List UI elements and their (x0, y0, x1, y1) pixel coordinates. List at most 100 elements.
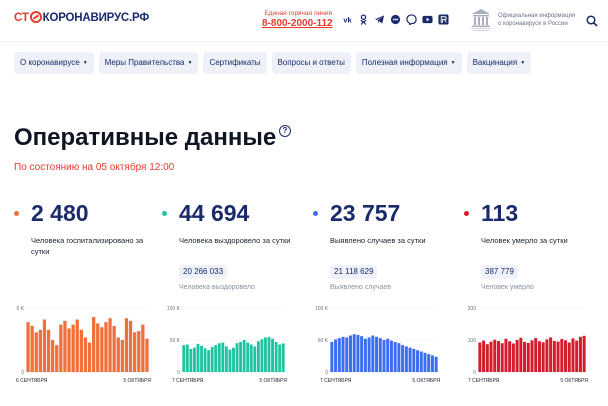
rutube-icon[interactable] (438, 14, 449, 25)
chart-bar[interactable] (196, 343, 200, 372)
chart-bar[interactable] (408, 347, 412, 372)
chart-bar[interactable] (582, 335, 586, 372)
chart-bar[interactable] (83, 337, 88, 372)
chart-bar[interactable] (356, 334, 360, 372)
chart-bar[interactable] (575, 340, 579, 372)
chart-bar[interactable] (267, 336, 271, 372)
chart-bar[interactable] (235, 343, 239, 372)
chart-bar[interactable] (274, 341, 278, 372)
chart-bar[interactable] (260, 339, 264, 372)
chart-bar[interactable] (552, 340, 556, 372)
nav-item-government-measures[interactable]: Меры Правительства ▼ (98, 52, 199, 74)
chart-bar[interactable] (345, 337, 349, 372)
chart-bar[interactable] (26, 322, 30, 372)
chart-hospitalized[interactable]: 5 K 0 6 СЕНТЯБРЯ 5 ОКТЯБРЯ (14, 304, 154, 394)
chart-bar[interactable] (363, 338, 367, 372)
chart-bar[interactable] (51, 340, 55, 372)
chart-bar[interactable] (571, 338, 575, 372)
chart-bar[interactable] (493, 339, 497, 372)
chart-bar[interactable] (375, 336, 379, 372)
chart-bar[interactable] (419, 351, 423, 372)
chart-bar[interactable] (42, 319, 47, 372)
chart-bar[interactable] (404, 346, 408, 372)
chart-bar[interactable] (278, 344, 282, 372)
chart-bar[interactable] (496, 340, 500, 372)
chart-bar[interactable] (564, 340, 568, 372)
chart-bar[interactable] (367, 337, 371, 372)
chart-bar[interactable] (264, 337, 267, 372)
chart-bar[interactable] (124, 318, 129, 372)
ok-icon[interactable] (358, 14, 369, 25)
chart-bar[interactable] (133, 332, 137, 372)
chart-bar[interactable] (242, 340, 246, 372)
chart-bar[interactable] (478, 342, 482, 372)
chart-bar[interactable] (382, 340, 386, 372)
chart-bar[interactable] (534, 338, 538, 372)
chart-bar[interactable] (416, 350, 420, 372)
chart-bar[interactable] (523, 341, 527, 372)
chart-bar[interactable] (100, 327, 104, 372)
chart-bar[interactable] (145, 338, 149, 372)
chart-bar[interactable] (224, 346, 228, 372)
chart-bar[interactable] (46, 329, 51, 372)
chart-bar[interactable] (221, 342, 225, 372)
chart-cases[interactable]: 100 K 50 K 0 7 СЕНТЯБРЯ 5 ОКТЯБРЯ (315, 304, 458, 394)
chart-bar[interactable] (515, 340, 519, 372)
chart-bar[interactable] (348, 335, 352, 372)
chart-bar[interactable] (189, 348, 193, 372)
chart-bar[interactable] (185, 344, 189, 372)
chart-bar[interactable] (330, 341, 334, 372)
chart-recovered[interactable]: 100 K 50 K 0 7 СЕНТЯБРЯ 5 ОКТЯБРЯ (167, 304, 310, 394)
chart-bar[interactable] (541, 342, 545, 372)
chart-bar[interactable] (38, 329, 42, 372)
hotline-number[interactable]: 8-800-2000-112 (262, 18, 333, 29)
telegram-icon[interactable] (374, 14, 385, 25)
chart-bar[interactable] (530, 340, 534, 372)
chart-bar[interactable] (128, 320, 133, 372)
chart-bar[interactable] (271, 338, 274, 372)
chart-bar[interactable] (75, 319, 79, 372)
viber-icon[interactable] (406, 14, 417, 25)
site-logo[interactable]: СТ КОРОНАВИРУС.РФ (14, 11, 149, 24)
chart-bar[interactable] (537, 341, 541, 372)
chart-bar[interactable] (393, 341, 397, 372)
chart-bar[interactable] (92, 316, 96, 372)
chart-bar[interactable] (508, 341, 512, 372)
chart-bar[interactable] (378, 338, 382, 372)
nav-item-faq[interactable]: Вопросы и ответы (271, 52, 351, 74)
chart-bar[interactable] (207, 350, 211, 372)
chart-bar[interactable] (427, 354, 431, 372)
chart-bar[interactable] (256, 341, 260, 372)
chart-bar[interactable] (281, 343, 285, 372)
chart-bar[interactable] (228, 349, 232, 372)
chart-bar[interactable] (401, 345, 405, 372)
help-icon[interactable]: ? (279, 125, 291, 137)
chart-bar[interactable] (232, 347, 235, 372)
chart-bar[interactable] (567, 342, 571, 372)
chart-bar[interactable] (137, 331, 141, 372)
chart-bar[interactable] (59, 324, 63, 372)
chart-bar[interactable] (104, 322, 108, 372)
chart-bar[interactable] (193, 347, 196, 372)
nav-item-about-covid[interactable]: О коронавирусе ▼ (14, 52, 94, 74)
chart-bar[interactable] (34, 332, 38, 372)
chart-bar[interactable] (30, 325, 34, 372)
chart-bar[interactable] (386, 338, 390, 372)
chart-bar[interactable] (371, 335, 375, 372)
chart-bar[interactable] (360, 336, 364, 372)
chart-bar[interactable] (67, 328, 71, 372)
chart-bar[interactable] (519, 337, 523, 372)
chart-bar[interactable] (239, 341, 243, 372)
chart-bar[interactable] (246, 342, 250, 372)
chart-bar[interactable] (203, 348, 207, 372)
chart-bar[interactable] (337, 338, 341, 372)
chart-bar[interactable] (79, 329, 83, 372)
chart-bar[interactable] (108, 318, 112, 372)
chart-bar[interactable] (116, 337, 120, 372)
chart-bar[interactable] (489, 341, 493, 372)
chart-bar[interactable] (217, 343, 221, 372)
chart-bar[interactable] (556, 341, 560, 372)
chart-bar[interactable] (482, 340, 486, 372)
chart-bar[interactable] (210, 347, 214, 372)
chart-bar[interactable] (578, 336, 582, 372)
